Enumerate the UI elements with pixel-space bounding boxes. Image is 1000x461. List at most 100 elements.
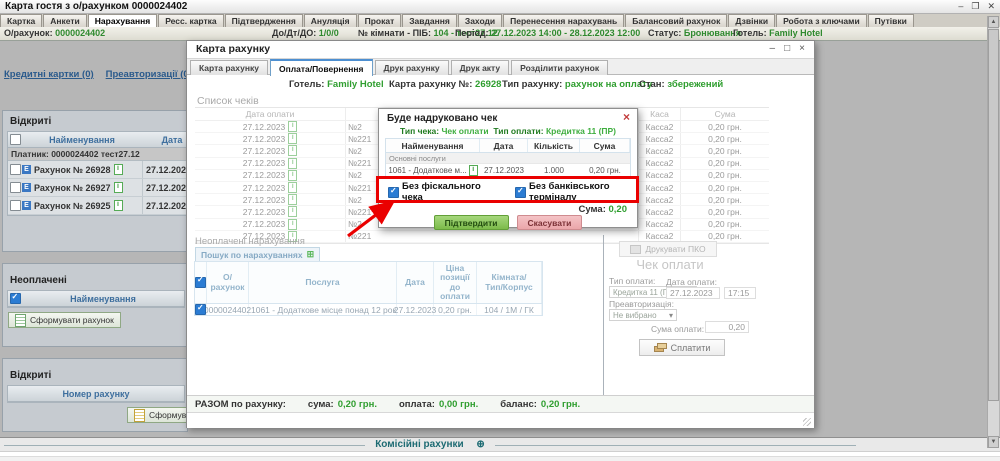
select-all-checkbox[interactable] xyxy=(10,293,21,304)
create-invoice-button[interactable]: Сформувати рахунок xyxy=(8,312,121,328)
account-row[interactable]: EРахунок № 26927 27.12.2023 xyxy=(8,179,188,197)
info-value: 27.12.2023 14:00 - 28.12.2023 12:00 xyxy=(491,28,640,38)
pay-button[interactable]: Сплатити xyxy=(639,339,725,356)
dialog-footer xyxy=(187,412,814,428)
main-tab[interactable]: Робота з ключами xyxy=(776,14,867,27)
accrual-account: 0000024402 xyxy=(207,304,249,315)
confirm-button[interactable]: Підтвердити xyxy=(434,215,509,230)
main-scrollbar[interactable]: ▲ ▼ xyxy=(987,16,999,448)
dialog-info-value: Family Hotel xyxy=(327,79,384,90)
info-label: Період: xyxy=(455,28,489,38)
accruals-search-tab[interactable]: Пошук по нарахуваннях ⊞ xyxy=(195,247,320,262)
main-tab[interactable]: Анкети xyxy=(43,14,87,27)
col-service: Послуга xyxy=(249,262,397,303)
dialog-tab-label: Друк акту xyxy=(460,63,501,73)
dialog-tab-label: Друк рахунку xyxy=(384,63,440,73)
close-icon[interactable]: ✕ xyxy=(987,1,995,11)
col-sum: Сума xyxy=(580,139,630,152)
select-all-checkbox[interactable] xyxy=(10,134,21,145)
col-kasa: Каса xyxy=(639,108,681,120)
main-tab[interactable]: Заходи xyxy=(458,14,502,27)
main-tab-label: Ресс. картка xyxy=(165,16,216,26)
main-tab[interactable]: Завдання xyxy=(402,14,457,27)
minimize-icon[interactable]: – xyxy=(958,1,963,11)
main-tab[interactable]: Нарахування xyxy=(88,14,157,27)
check-kasa: Касса2 xyxy=(639,206,681,217)
scroll-up-icon[interactable]: ▲ xyxy=(988,16,999,28)
preauth-select[interactable]: Не вибрано xyxy=(609,309,677,321)
header-checkbox-cell xyxy=(195,262,207,303)
scrollbar-thumb[interactable] xyxy=(988,29,999,401)
select-all-checkbox[interactable] xyxy=(195,277,206,288)
pay-date-value: 27.12.2023 xyxy=(670,288,713,298)
dialog-tab[interactable]: Друк рахунку xyxy=(375,60,449,75)
dialog-tab[interactable]: Розділити рахунок xyxy=(511,60,608,75)
screen: Карта гостя з о/рахунком 0000024402 – ❐ … xyxy=(0,0,1000,461)
row-checkbox[interactable] xyxy=(10,182,21,193)
modal-info-row: Тип чека: Чек оплати Тип оплати: Кредитк… xyxy=(379,126,637,136)
col-invoice-number: Номер рахунку xyxy=(62,389,129,399)
check-sum: 0,20 грн. xyxy=(681,219,769,230)
account-card-dialog: Карта рахунку – □ × Карта рахункуОплата/… xyxy=(186,40,815,428)
dialog-tab[interactable]: Карта рахунку xyxy=(190,60,268,75)
main-tab[interactable]: Путівки xyxy=(868,14,914,27)
no-fiscal-checkbox[interactable] xyxy=(388,187,399,198)
dialog-maximize-icon[interactable]: □ xyxy=(784,43,790,54)
row-checkbox[interactable] xyxy=(10,200,21,211)
account-row[interactable]: EРахунок № 26928 27.12.2023 xyxy=(8,161,188,179)
account-date: 27.12.2023 xyxy=(142,161,188,178)
dialog-tab-bar: Карта рахункуОплата/Повернення Друк рахун… xyxy=(187,59,814,75)
print-pko-button[interactable]: Друкувати ПКО xyxy=(619,241,717,257)
expand-icon[interactable]: ⊕ xyxy=(471,439,489,450)
main-tab[interactable]: Ресс. картка xyxy=(158,14,223,27)
main-tab[interactable]: Балансовий рахунок xyxy=(625,14,727,27)
pay-time-input[interactable]: 17:15 xyxy=(724,287,756,299)
open-invoices-table: Номер рахунку xyxy=(7,385,185,403)
no-fiscal-check-option[interactable]: Без фіскального чека xyxy=(388,181,486,203)
dialog-info-label: Готель: xyxy=(289,79,324,90)
dialog-tab[interactable]: Друк акту xyxy=(451,60,510,75)
main-tab[interactable]: Дзвінки xyxy=(728,14,775,27)
cancel-button[interactable]: Скасувати xyxy=(517,215,583,230)
e-badge-icon: E xyxy=(22,183,31,192)
left-link[interactable]: Кредитні картки (0) xyxy=(4,69,94,80)
col-price: Ціна позиції до оплати xyxy=(434,262,477,303)
info-icon xyxy=(288,170,297,181)
pay-date-input[interactable]: 27.12.2023 xyxy=(666,287,720,299)
open-invoices-title: Відкриті xyxy=(10,370,187,381)
create-invoice-button-2[interactable]: Сформувати xyxy=(127,407,188,423)
totals-sum-label: сума: xyxy=(308,399,334,410)
main-tab[interactable]: Прокат xyxy=(358,14,402,27)
resize-handle-icon[interactable] xyxy=(803,418,811,426)
check-number: №221 xyxy=(346,231,639,242)
main-tab[interactable]: Підтвердження xyxy=(225,14,303,27)
col-pay-date: Дата оплати xyxy=(195,108,346,120)
row-checkbox[interactable] xyxy=(10,164,21,175)
dialog-tab[interactable]: Оплата/Повернення xyxy=(270,59,373,76)
modal-close-icon[interactable]: × xyxy=(623,110,630,124)
no-terminal-checkbox[interactable] xyxy=(515,187,526,198)
check-date: 27.12.2023 xyxy=(243,183,286,193)
check-date: 27.12.2023 xyxy=(243,170,286,180)
no-terminal-option[interactable]: Без банківського терміналу xyxy=(515,181,637,203)
main-tab[interactable]: Перенесення нарахувань xyxy=(503,14,624,27)
check-date: 27.12.2023 xyxy=(243,195,286,205)
accrual-price: 0,20 грн. xyxy=(434,304,477,315)
accrual-row[interactable]: 0000024402 1061 - Додаткове місце понад … xyxy=(195,304,542,315)
row-checkbox[interactable] xyxy=(195,304,206,315)
dialog-close-icon[interactable]: × xyxy=(799,43,805,54)
main-tab-label: Перенесення нарахувань xyxy=(510,16,617,26)
left-link[interactable]: Преавторизації (0) xyxy=(106,69,192,80)
dialog-minimize-icon[interactable]: – xyxy=(770,43,776,54)
commission-legend-label: Комісійні рахунки xyxy=(370,439,468,450)
main-tab[interactable]: Ануляція xyxy=(304,14,357,27)
account-name: Рахунок № 26925 xyxy=(34,201,111,211)
main-tab[interactable]: Картка xyxy=(0,14,42,27)
scroll-down-icon[interactable]: ▼ xyxy=(988,436,999,448)
pay-sum-input[interactable]: 0,20 xyxy=(705,321,749,333)
main-window-controls: – ❐ ✕ xyxy=(958,1,995,11)
account-row[interactable]: EРахунок № 26925 27.12.2023 xyxy=(8,197,188,215)
restore-icon[interactable]: ❐ xyxy=(971,1,979,11)
grid-plus-icon: ⊞ xyxy=(307,249,315,260)
totals-label: РАЗОМ по рахунку: xyxy=(195,399,286,410)
